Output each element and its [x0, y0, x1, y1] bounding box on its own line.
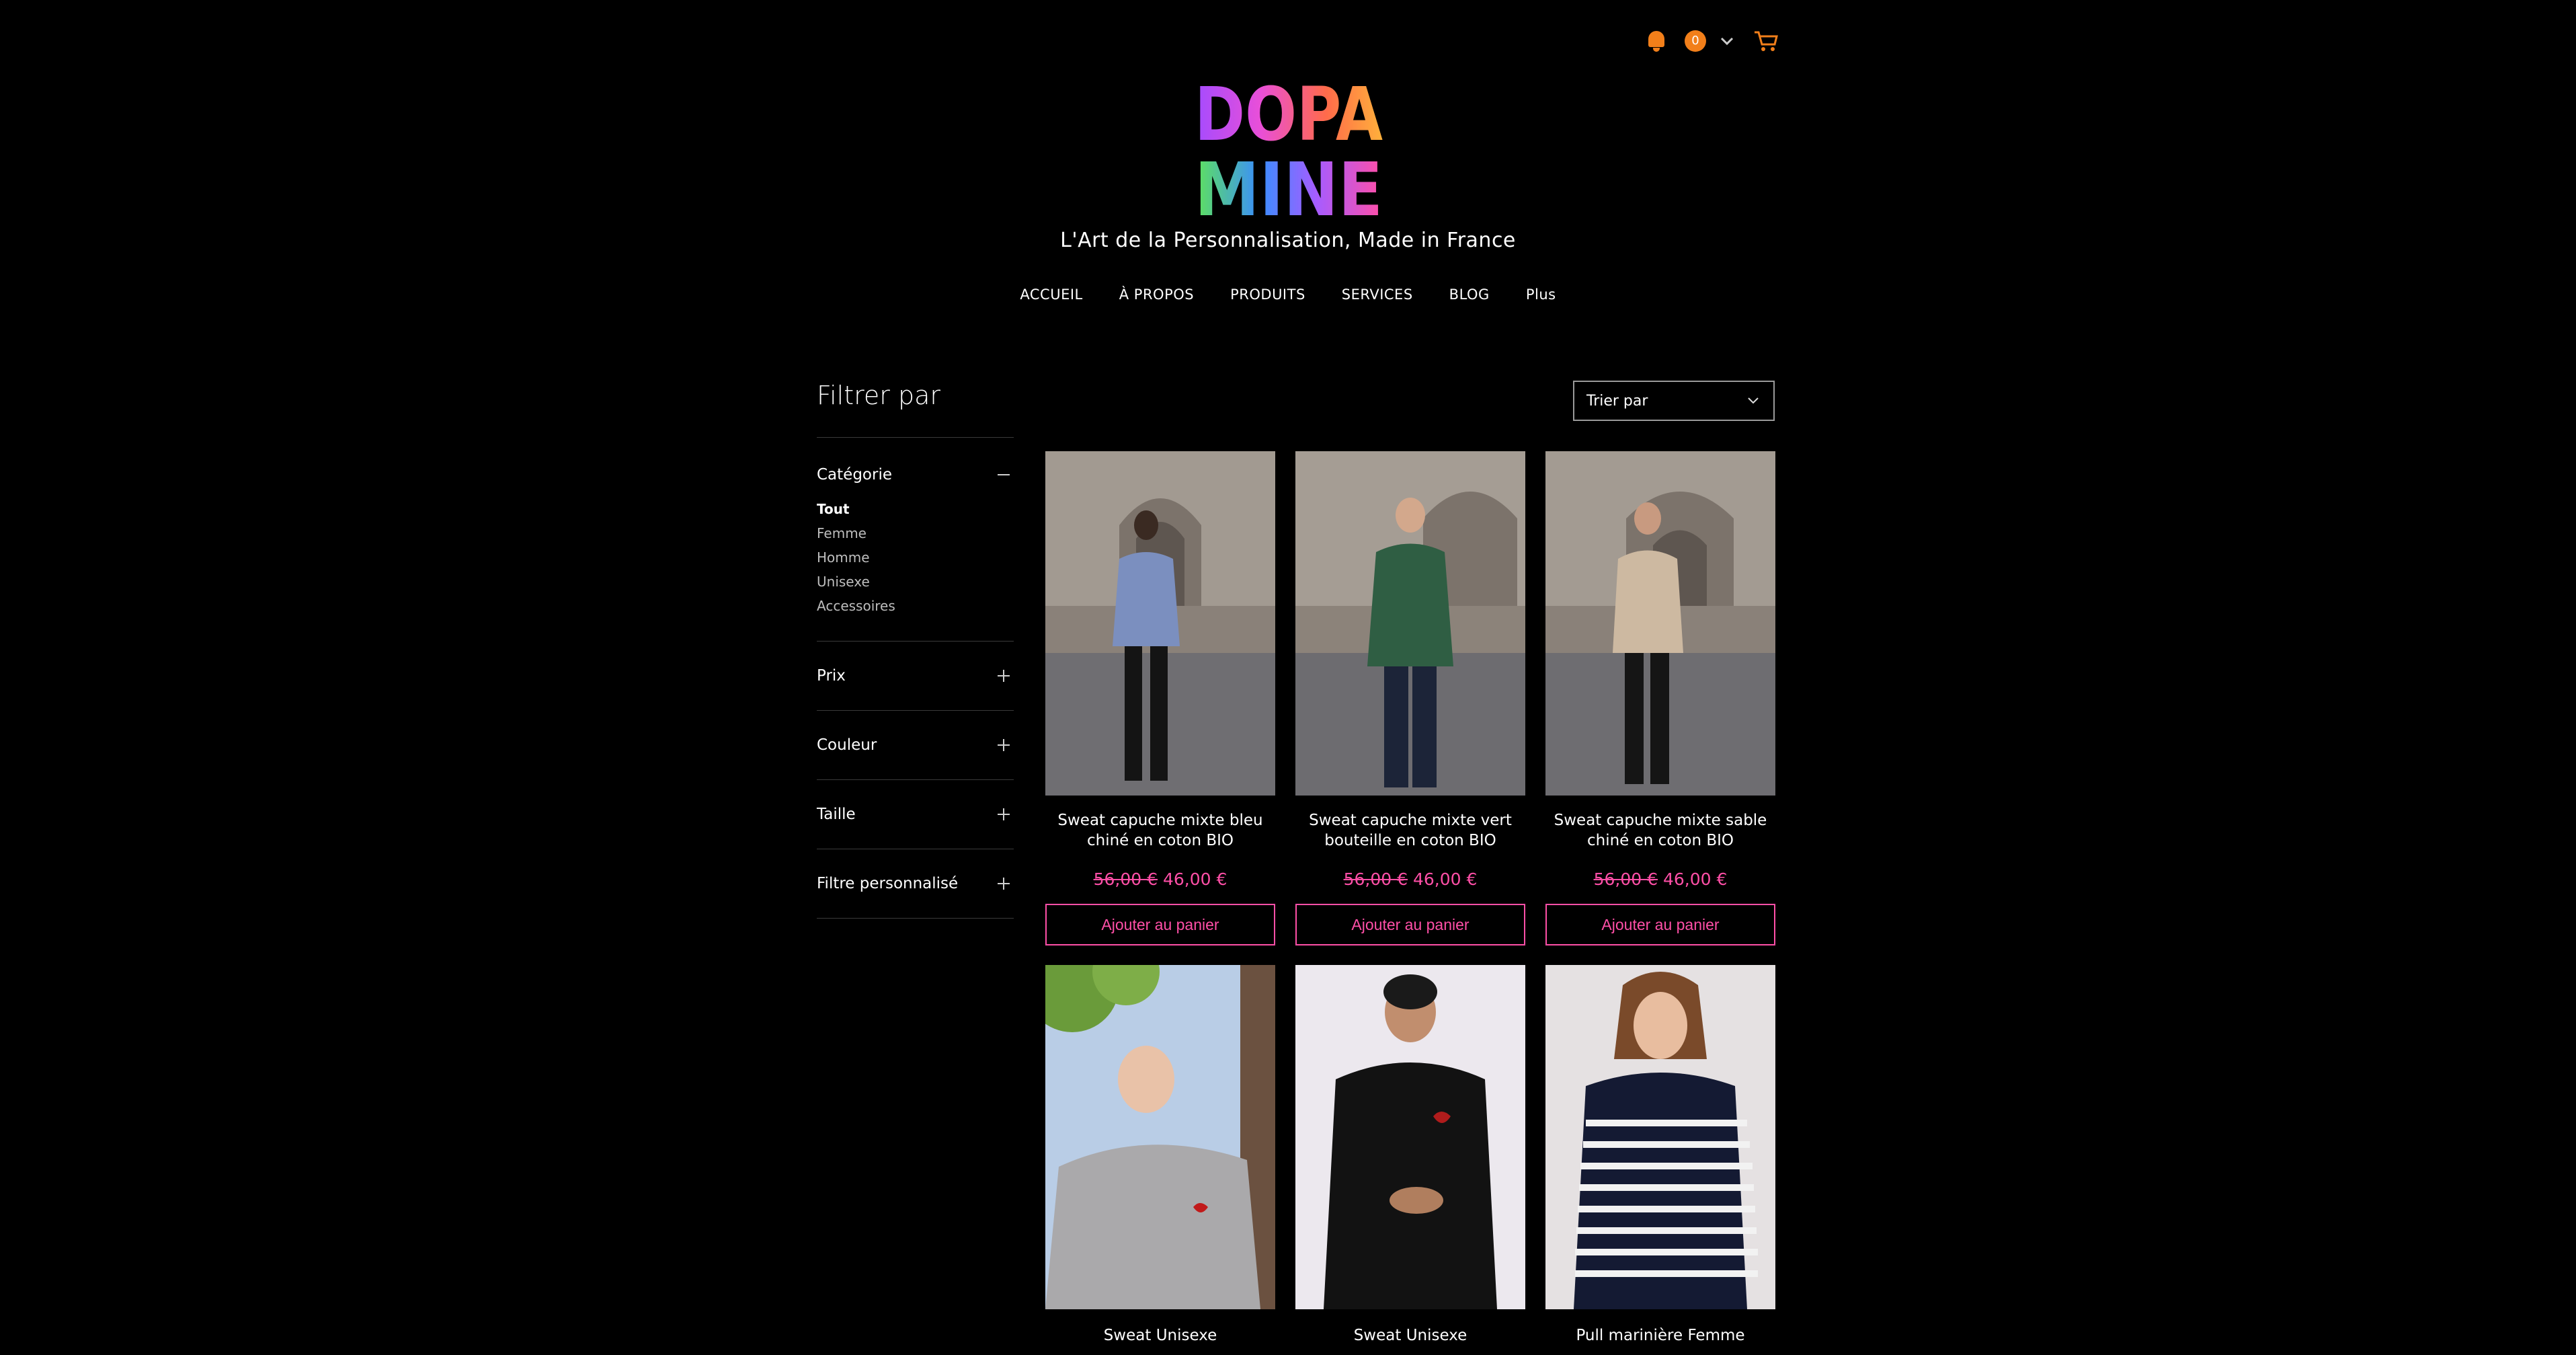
- brand-line-1: DOPA: [1195, 73, 1383, 157]
- expand-icon[interactable]: [998, 670, 1010, 682]
- product-card: Sweat capuche mixte vert bouteille en co…: [1295, 451, 1525, 945]
- category-item-femme[interactable]: Femme: [817, 521, 1014, 545]
- filter-personnalise[interactable]: Filtre personnalisé: [817, 849, 1014, 918]
- product-card: Pull marinière Femme: [1545, 965, 1775, 1355]
- category-item-accessoires[interactable]: Accessoires: [817, 594, 1014, 618]
- sale-price: 46,00 €: [1413, 869, 1478, 889]
- filter-prix[interactable]: Prix: [817, 642, 1014, 710]
- tagline: L'Art de la Personnalisation, Made in Fr…: [1060, 229, 1516, 252]
- product-image[interactable]: [1545, 451, 1775, 796]
- product-image[interactable]: [1045, 965, 1275, 1309]
- notification-bell-icon[interactable]: [1646, 30, 1667, 52]
- product-name[interactable]: Sweat capuche mixte sable chiné en coton…: [1545, 810, 1775, 852]
- main-nav: ACCUEIL À PROPOS PRODUITS SERVICES BLOG …: [0, 286, 2576, 303]
- filter-label: Taille: [817, 806, 856, 823]
- nav-item-accueil[interactable]: ACCUEIL: [1020, 286, 1082, 303]
- nav-item-plus[interactable]: Plus: [1526, 286, 1556, 303]
- sort-dropdown[interactable]: Trier par: [1573, 381, 1775, 421]
- product-name[interactable]: Sweat capuche mixte vert bouteille en co…: [1295, 810, 1525, 852]
- product-name[interactable]: Pull marinière Femme: [1545, 1325, 1775, 1355]
- filter-label: Couleur: [817, 736, 877, 754]
- product-price: 56,00 €46,00 €: [1045, 869, 1275, 889]
- product-card: Sweat capuche mixte sable chiné en coton…: [1545, 451, 1775, 945]
- collapse-icon[interactable]: [998, 474, 1010, 475]
- nav-item-produits[interactable]: PRODUITS: [1230, 286, 1305, 303]
- filter-couleur[interactable]: Couleur: [817, 711, 1014, 779]
- category-item-tout[interactable]: Tout: [817, 497, 1014, 521]
- filter-taille[interactable]: Taille: [817, 780, 1014, 849]
- expand-icon[interactable]: [998, 878, 1010, 890]
- product-name[interactable]: Sweat Unisexe: [1295, 1325, 1525, 1355]
- nav-item-blog[interactable]: BLOG: [1449, 286, 1490, 303]
- nav-item-a-propos[interactable]: À PROPOS: [1119, 286, 1194, 303]
- expand-icon[interactable]: [998, 808, 1010, 820]
- product-grid: Sweat capuche mixte bleu chiné en coton …: [1045, 451, 1775, 1355]
- old-price: 56,00 €: [1343, 869, 1408, 889]
- filter-label: Prix: [817, 667, 846, 685]
- product-image[interactable]: [1295, 451, 1525, 796]
- old-price: 56,00 €: [1093, 869, 1158, 889]
- category-item-homme[interactable]: Homme: [817, 545, 1014, 570]
- cart-icon[interactable]: [1753, 30, 1779, 52]
- brand-logo[interactable]: DOPA MINE: [1191, 73, 1386, 221]
- nav-item-services[interactable]: SERVICES: [1342, 286, 1413, 303]
- category-list: Tout Femme Homme Unisexe Accessoires: [817, 497, 1014, 641]
- sale-price: 46,00 €: [1163, 869, 1227, 889]
- filter-label: Filtre personnalisé: [817, 875, 959, 892]
- chevron-down-icon: [1748, 397, 1759, 404]
- product-price: 56,00 €46,00 €: [1545, 869, 1775, 889]
- product-image[interactable]: [1045, 451, 1275, 796]
- chevron-down-icon[interactable]: [1717, 31, 1737, 51]
- category-item-unisexe[interactable]: Unisexe: [817, 570, 1014, 594]
- product-name[interactable]: Sweat capuche mixte bleu chiné en coton …: [1045, 810, 1275, 852]
- product-card: Sweat Unisexe: [1045, 965, 1275, 1355]
- product-image[interactable]: [1295, 965, 1525, 1309]
- sale-price: 46,00 €: [1663, 869, 1728, 889]
- sort-label: Trier par: [1586, 392, 1648, 410]
- filter-title: Filtrer par: [817, 381, 941, 410]
- header-actions: 0: [1646, 30, 1779, 52]
- brand-line-2: MINE: [1195, 147, 1383, 221]
- category-filter-header[interactable]: Catégorie: [817, 438, 1014, 506]
- divider: [817, 918, 1014, 919]
- filter-sidebar: Filtrer par Catégorie Tout Femme Homme U…: [817, 381, 1014, 919]
- product-name[interactable]: Sweat Unisexe: [1045, 1325, 1275, 1355]
- add-to-cart-button[interactable]: Ajouter au panier: [1295, 904, 1525, 945]
- product-card: Sweat Unisexe: [1295, 965, 1525, 1355]
- product-card: Sweat capuche mixte bleu chiné en coton …: [1045, 451, 1275, 945]
- product-price: 56,00 €46,00 €: [1295, 869, 1525, 889]
- add-to-cart-button[interactable]: Ajouter au panier: [1045, 904, 1275, 945]
- add-to-cart-button[interactable]: Ajouter au panier: [1545, 904, 1775, 945]
- product-image[interactable]: [1545, 965, 1775, 1309]
- category-filter-label: Catégorie: [817, 466, 892, 483]
- old-price: 56,00 €: [1593, 869, 1658, 889]
- notification-count-badge[interactable]: 0: [1685, 30, 1706, 52]
- expand-icon[interactable]: [998, 739, 1010, 751]
